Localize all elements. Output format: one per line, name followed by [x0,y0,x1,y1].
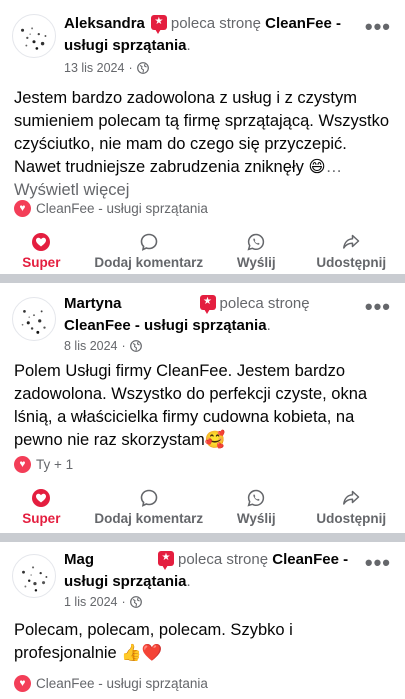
post-date[interactable]: 8 lis 2024 [64,338,118,354]
post-meta: 1 lis 2024 · [64,594,142,610]
comment-label: Dodaj komentarz [94,511,204,526]
author-name[interactable]: Martyna [64,295,122,312]
send-button[interactable]: Wyślij [215,488,298,532]
reaction-text: Ty + 1 [36,457,74,472]
share-label: Udostępnij [316,255,387,270]
heart-icon [32,489,51,507]
more-options-icon[interactable]: ••• [365,16,391,38]
post-body: Jestem bardzo zadowolona z usług i z czy… [14,87,391,202]
post-separator [0,533,405,542]
post-meta: 13 lis 2024 · [64,60,149,76]
reaction-summary[interactable]: ♥ CleanFee - usługi sprzątania [14,675,208,692]
recommends-text: poleca stronę [178,551,269,568]
recommend-icon [150,14,167,34]
reaction-heart-icon: ♥ [14,200,31,217]
action-bar: Super Dodaj komentarz Wyślij Udostępnij [0,488,405,532]
whatsapp-icon [247,489,265,507]
post-text: Polem Usługi firmy CleanFee. Jestem bard… [14,362,368,449]
share-icon [343,490,360,505]
super-label: Super [22,255,61,270]
reaction-summary[interactable]: ♥ Ty + 1 [14,456,73,473]
comment-button[interactable]: Dodaj komentarz [83,488,215,532]
whatsapp-icon [247,233,265,251]
super-label: Super [22,511,61,526]
recommend-icon [158,550,174,570]
globe-icon [136,62,149,74]
reaction-heart-icon: ♥ [14,456,31,473]
author-name[interactable]: Mag [64,551,94,568]
post-date[interactable]: 1 lis 2024 [64,594,118,610]
avatar[interactable] [12,14,56,58]
recommends-text: poleca stronę [170,15,261,32]
post-header: Magpoleca stronę CleanFee - usługi sprzą… [64,549,365,593]
comment-button[interactable]: Dodaj komentarz [83,232,215,276]
post-date[interactable]: 13 lis 2024 [64,60,124,76]
page-name-link[interactable]: CleanFee - usługi sprzątania [64,317,267,334]
post-text: Polecam, polecam, polecam. Szybko i prof… [14,621,293,662]
post-3: Mag poleca stronę CleanFee - usługi sprzą… [0,542,405,699]
heart-icon [32,233,51,251]
globe-icon [129,340,142,352]
post-2: Martyna poleca stronę CleanFee - usługi s… [0,283,405,533]
send-button[interactable]: Wyślij [215,232,298,276]
post-meta: 8 lis 2024 · [64,338,142,354]
globe-icon [129,596,142,608]
send-label: Wyślij [236,255,276,270]
avatar-image [22,566,48,592]
share-label: Udostępnij [316,511,387,526]
author-name[interactable]: Aleksandra [64,15,145,32]
post-1: Aleksandra poleca stronę CleanFee - usług… [0,0,405,274]
send-label: Wyślij [236,511,276,526]
avatar-image [21,27,47,50]
comment-icon [140,233,158,251]
more-options-icon[interactable]: ••• [365,552,391,574]
share-button[interactable]: Udostępnij [298,488,405,532]
recommends-text: poleca stronę [219,295,310,312]
reaction-heart-icon: ♥ [14,675,31,692]
post-body: Polecam, polecam, polecam. Szybko i prof… [14,619,391,665]
recommend-icon [199,294,216,314]
comment-label: Dodaj komentarz [94,255,204,270]
action-bar: Super Dodaj komentarz Wyślij Udostępnij [0,232,405,276]
super-button[interactable]: Super [0,488,83,532]
post-header: Aleksandrapoleca stronę CleanFee - usług… [64,13,365,57]
share-button[interactable]: Udostępnij [298,232,405,276]
avatar[interactable] [12,554,56,598]
more-options-icon[interactable]: ••• [365,296,391,318]
reaction-text: CleanFee - usługi sprzątania [36,676,208,691]
super-button[interactable]: Super [0,232,83,276]
avatar[interactable] [12,297,56,341]
post-separator [0,274,405,283]
post-header: Martyna poleca stronę CleanFee - usługi s… [64,293,365,337]
comment-icon [140,489,158,507]
reaction-text: CleanFee - usługi sprzątania [36,201,208,216]
share-icon [343,234,360,249]
post-body: Polem Usługi firmy CleanFee. Jestem bard… [14,360,391,452]
avatar-image [21,310,46,334]
reaction-summary[interactable]: ♥ CleanFee - usługi sprzątania [14,200,208,217]
